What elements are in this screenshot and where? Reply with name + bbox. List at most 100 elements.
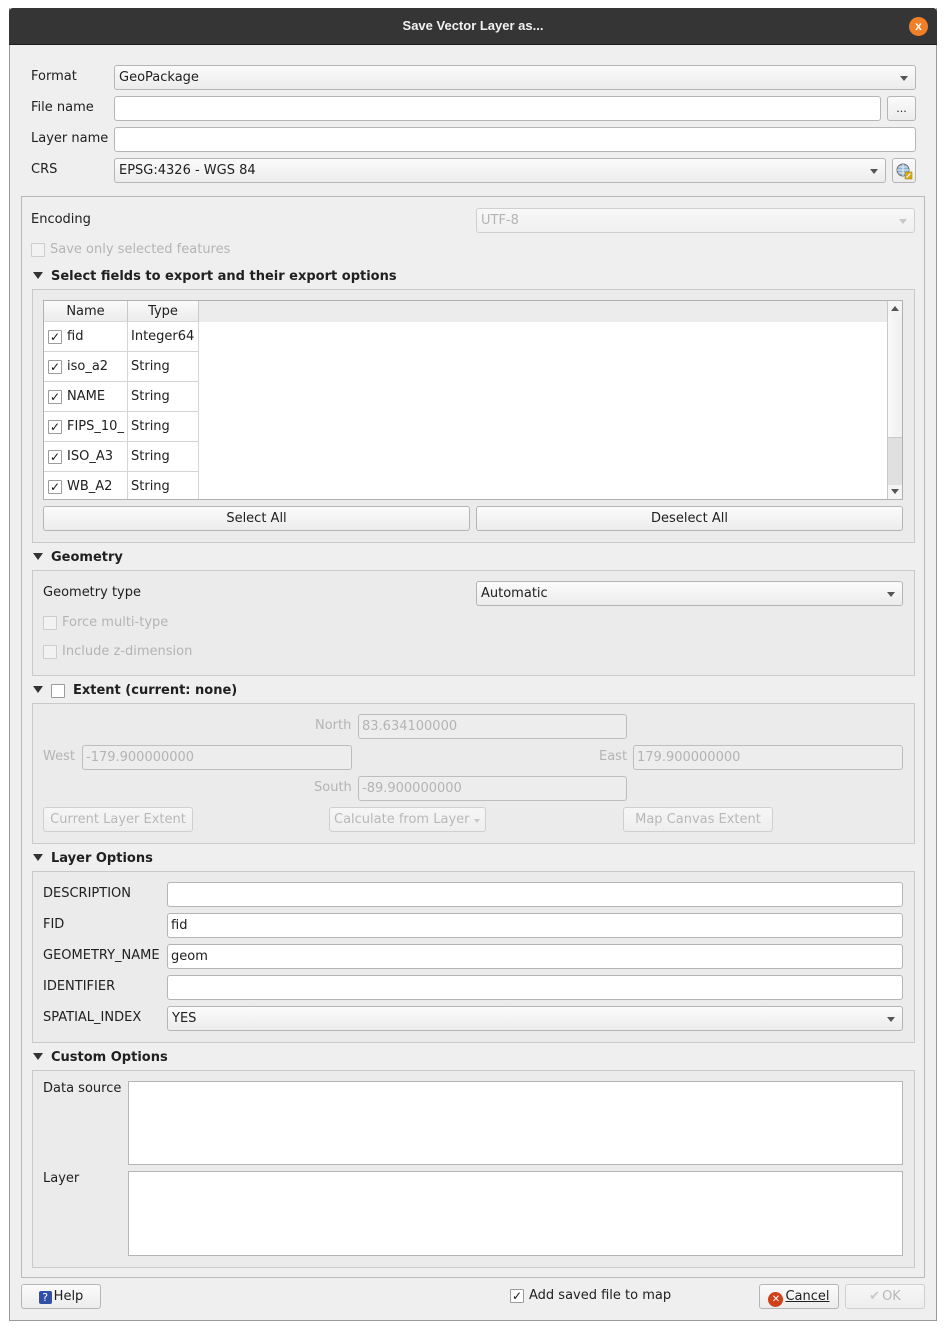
field-checkbox[interactable]: ✓	[48, 480, 62, 494]
save-selected-label: Save only selected features	[50, 242, 231, 257]
encoding-combo[interactable]: UTF-8	[476, 208, 915, 233]
field-checkbox[interactable]: ✓	[48, 390, 62, 404]
option-input-fid[interactable]: fid	[167, 913, 903, 938]
save-selected-checkbox[interactable]	[31, 243, 45, 257]
field-name: ISO_A3	[67, 449, 113, 464]
filename-input[interactable]	[114, 96, 881, 121]
field-name: NAME	[67, 389, 106, 404]
deselect-all-button[interactable]: Deselect All	[476, 506, 903, 531]
current-layer-extent-button[interactable]: Current Layer Extent	[43, 807, 193, 832]
layer-custom-textarea[interactable]	[128, 1171, 903, 1256]
field-checkbox[interactable]: ✓	[48, 420, 62, 434]
collapse-triangle-icon	[33, 272, 43, 279]
option-label-identifier: IDENTIFIER	[43, 979, 116, 994]
south-label: South	[314, 780, 352, 795]
ok-button[interactable]: ✔ OK	[845, 1284, 925, 1309]
custom-options-title: Custom Options	[51, 1050, 168, 1065]
field-name-cell[interactable]: ✓ WB_A2	[44, 472, 128, 499]
crs-combo[interactable]: EPSG:4326 - WGS 84	[114, 158, 886, 183]
field-name-cell[interactable]: ✓ FIPS_10_	[44, 412, 128, 442]
field-checkbox[interactable]: ✓	[48, 360, 62, 374]
collapse-triangle-icon	[33, 854, 43, 861]
chevron-down-icon	[887, 1017, 895, 1022]
scroll-down-arrow-icon[interactable]	[891, 489, 899, 494]
close-icon[interactable]: x	[909, 17, 928, 36]
cancel-icon: ✕	[768, 1292, 784, 1307]
field-name-cell[interactable]: ✓ ISO_A3	[44, 442, 128, 472]
table-scrollbar[interactable]	[887, 301, 902, 499]
calculate-from-layer-label: Calculate from Layer	[334, 812, 470, 827]
datasource-textarea[interactable]	[128, 1081, 903, 1165]
layer-custom-label: Layer	[43, 1171, 80, 1186]
column-header-type[interactable]: Type	[128, 301, 199, 322]
cancel-button[interactable]: ✕ Cancel	[759, 1284, 839, 1309]
format-combo[interactable]: GeoPackage	[114, 65, 916, 90]
option-input-description[interactable]	[167, 882, 903, 907]
table-header: Name Type	[44, 301, 889, 322]
field-checkbox[interactable]: ✓	[48, 450, 62, 464]
add-to-map-checkbox[interactable]: ✓	[510, 1289, 524, 1303]
extent-section-title: Extent (current: none)	[73, 683, 238, 698]
browse-button[interactable]: ...	[887, 96, 916, 121]
datasource-label: Data source	[43, 1081, 122, 1096]
east-input[interactable]: 179.900000000	[633, 745, 903, 770]
layer-options-section-header[interactable]: Layer Options	[33, 851, 153, 866]
geometry-type-label: Geometry type	[43, 585, 141, 600]
crs-select-button[interactable]	[892, 158, 916, 183]
north-label: North	[315, 718, 352, 733]
dialog-title: Save Vector Layer as...	[402, 18, 544, 33]
south-input[interactable]: -89.900000000	[358, 776, 627, 801]
cancel-label: Cancel	[785, 1289, 830, 1304]
option-label-spatial-index: SPATIAL_INDEX	[43, 1010, 142, 1025]
force-multi-checkbox[interactable]	[43, 616, 57, 630]
geometry-section-header[interactable]: Geometry	[33, 550, 123, 565]
geometry-type-value: Automatic	[481, 586, 548, 601]
field-type-cell: Integer64	[128, 322, 199, 352]
field-type-cell: String	[128, 412, 199, 442]
layer-options-title: Layer Options	[51, 851, 153, 866]
north-input[interactable]: 83.634100000	[358, 714, 627, 739]
option-combo-spatial-index[interactable]: YES	[167, 1006, 903, 1031]
encoding-label: Encoding	[31, 212, 91, 227]
include-z-label: Include z-dimension	[62, 644, 193, 659]
select-all-button[interactable]: Select All	[43, 506, 470, 531]
crs-value: EPSG:4326 - WGS 84	[119, 163, 256, 178]
fields-section-header[interactable]: Select fields to export and their export…	[33, 269, 397, 284]
geometry-section-title: Geometry	[51, 550, 123, 565]
field-name: fid	[67, 329, 84, 344]
chevron-down-icon	[900, 76, 908, 81]
format-label: Format	[31, 69, 77, 84]
field-name: iso_a2	[67, 359, 109, 374]
option-label-description: DESCRIPTION	[43, 886, 131, 901]
help-icon: ?	[38, 1291, 52, 1304]
calculate-from-layer-button[interactable]: Calculate from Layer	[329, 807, 486, 832]
scroll-up-arrow-icon[interactable]	[891, 306, 899, 311]
field-checkbox[interactable]: ✓	[48, 330, 62, 344]
west-input[interactable]: -179.900000000	[82, 745, 352, 770]
include-z-checkbox[interactable]	[43, 645, 57, 659]
fields-section-title: Select fields to export and their export…	[51, 269, 397, 284]
field-name: WB_A2	[67, 479, 113, 494]
help-button[interactable]: ? Help	[21, 1284, 101, 1309]
layername-input[interactable]	[114, 127, 916, 152]
add-to-map-label: Add saved file to map	[529, 1288, 672, 1303]
east-label: East	[599, 749, 628, 764]
field-name-cell[interactable]: ✓ fid	[44, 322, 128, 352]
extent-section-header[interactable]	[33, 683, 51, 698]
west-label: West	[43, 749, 75, 764]
field-name-cell[interactable]: ✓ iso_a2	[44, 352, 128, 382]
option-input-identifier[interactable]	[167, 975, 903, 1000]
layername-label: Layer name	[31, 131, 109, 146]
geometry-type-combo[interactable]: Automatic	[476, 581, 903, 606]
encoding-value: UTF-8	[481, 213, 519, 228]
scrollbar-thumb[interactable]	[888, 437, 902, 485]
ok-check-icon: ✔	[869, 1289, 881, 1304]
field-name-cell[interactable]: ✓ NAME	[44, 382, 128, 412]
custom-options-section-header[interactable]: Custom Options	[33, 1050, 168, 1065]
globe-icon	[896, 163, 913, 180]
extent-checkbox[interactable]	[51, 684, 65, 698]
collapse-triangle-icon	[33, 686, 43, 693]
map-canvas-extent-button[interactable]: Map Canvas Extent	[623, 807, 773, 832]
column-header-name[interactable]: Name	[44, 301, 128, 322]
option-input-geometry-name[interactable]: geom	[167, 944, 903, 969]
